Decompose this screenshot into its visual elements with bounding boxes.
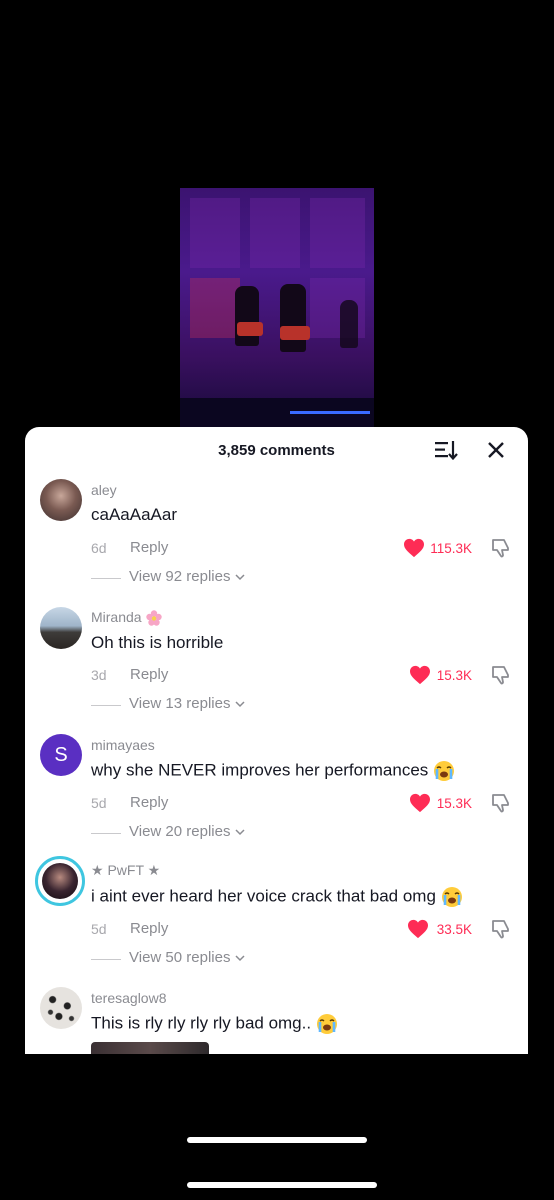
comment-age: 6d <box>91 540 107 556</box>
like-count: 15.3K <box>436 796 472 811</box>
comment-username[interactable]: teresaglow8 <box>91 990 167 1006</box>
view-replies-label: View 50 replies <box>129 949 231 966</box>
view-replies-button[interactable]: View 13 replies <box>91 695 291 715</box>
dislike-icon[interactable] <box>489 918 511 940</box>
view-replies-label: View 13 replies <box>129 695 231 712</box>
avatar[interactable] <box>40 479 82 521</box>
comments-header: 3,859 comments <box>25 427 528 473</box>
view-replies-button[interactable]: View 20 replies <box>91 823 291 843</box>
comment-age: 3d <box>91 667 107 683</box>
like-count: 15.3K <box>436 668 472 683</box>
reply-button[interactable]: Reply <box>130 920 168 937</box>
chevron-down-icon <box>235 574 245 581</box>
like-count: 33.5K <box>436 922 472 937</box>
avatar[interactable] <box>40 987 82 1029</box>
reply-button[interactable]: Reply <box>130 666 168 683</box>
view-replies-button[interactable]: View 92 replies <box>91 568 291 588</box>
comment-username[interactable]: mimayaes <box>91 737 155 753</box>
view-replies-label: View 20 replies <box>129 823 231 840</box>
comment-text: why she NEVER improves her performances <box>91 760 455 782</box>
avatar[interactable] <box>35 856 85 906</box>
reply-button[interactable]: Reply <box>130 539 168 556</box>
dislike-icon[interactable] <box>489 792 511 814</box>
comment-image-thumbnail[interactable] <box>91 1042 209 1054</box>
avatar[interactable]: S <box>40 734 82 776</box>
comment-age: 5d <box>91 921 107 937</box>
avatar[interactable] <box>40 607 82 649</box>
loudly-crying-emoji <box>316 1014 337 1034</box>
comment-text: caAaAaAar <box>91 505 177 524</box>
pink-flower-emoji <box>146 610 163 626</box>
comment-text: This is rly rly rly rly bad omg.. <box>91 1013 338 1035</box>
comment-username[interactable]: aley <box>91 482 117 498</box>
comment-age: 5d <box>91 795 107 811</box>
chevron-down-icon <box>235 701 245 708</box>
view-replies-label: View 92 replies <box>129 568 231 585</box>
heart-icon[interactable] <box>409 665 431 685</box>
heart-icon[interactable] <box>403 538 425 558</box>
comments-sheet: 3,859 comments aley caAaAaAar 6d Reply 1… <box>25 427 528 1054</box>
dislike-icon[interactable] <box>489 537 511 559</box>
video-player[interactable] <box>180 188 374 428</box>
loudly-crying-emoji <box>434 761 455 781</box>
chevron-down-icon <box>235 829 245 836</box>
avatar-letter: S <box>54 743 68 766</box>
comment-username[interactable]: Miranda <box>91 609 163 627</box>
heart-icon[interactable] <box>409 793 431 813</box>
view-replies-button[interactable]: View 50 replies <box>91 949 291 969</box>
comment-username[interactable]: ★ PwFT ★ <box>91 862 160 879</box>
comment-text: i aint ever heard her voice crack that b… <box>91 886 463 908</box>
home-indicator[interactable] <box>187 1137 367 1143</box>
heart-icon[interactable] <box>407 919 429 939</box>
chevron-down-icon <box>235 955 245 962</box>
comment-text: Oh this is horrible <box>91 633 224 652</box>
loudly-crying-emoji <box>441 887 462 907</box>
sort-icon[interactable] <box>433 439 459 461</box>
dislike-icon[interactable] <box>489 664 511 686</box>
like-count: 115.3K <box>430 541 472 556</box>
close-icon[interactable] <box>485 439 507 461</box>
home-indicator-bar[interactable] <box>187 1182 377 1188</box>
reply-button[interactable]: Reply <box>130 794 168 811</box>
